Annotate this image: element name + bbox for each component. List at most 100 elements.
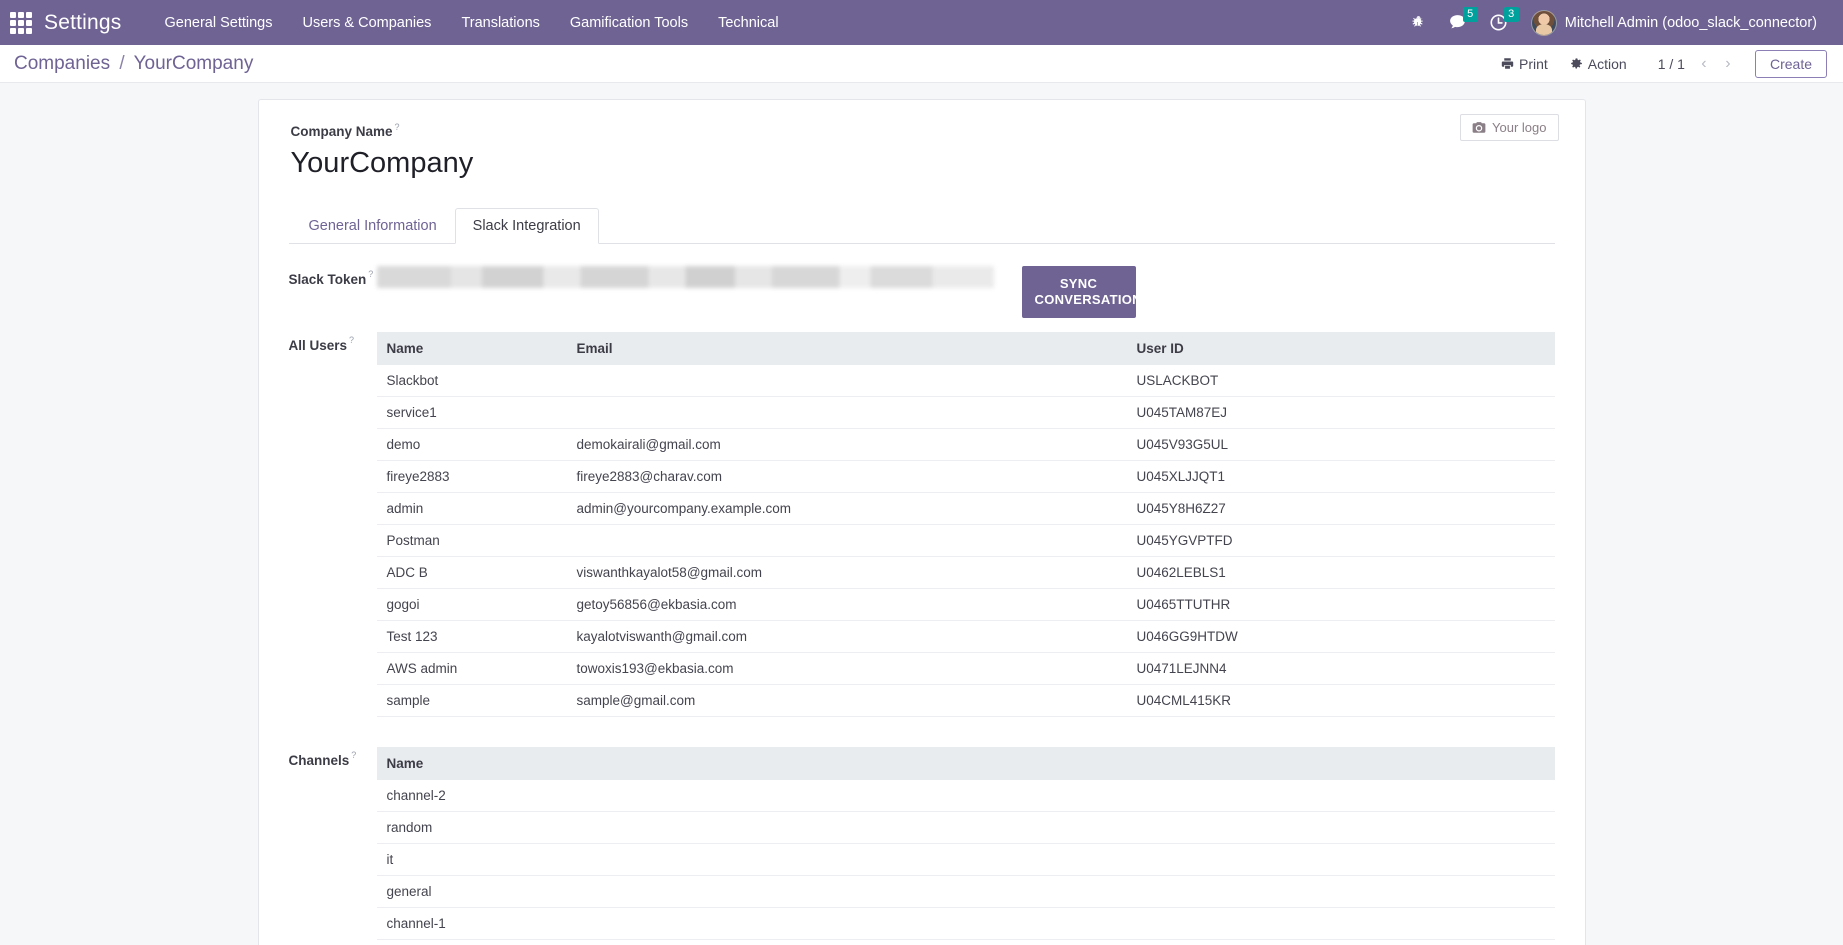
cell-name[interactable]: sample (376, 684, 567, 718)
channels-field-cell: Name channel-2randomitgeneralchannel-1ne… (376, 747, 1555, 945)
cell-name[interactable]: AWS admin (376, 652, 567, 686)
list-item[interactable]: channel-2 (376, 780, 1555, 813)
avatar (1530, 9, 1557, 36)
list-item[interactable]: it (376, 843, 1555, 877)
control-panel-actions: Print Action 1 / 1 ‹ › Create (1490, 49, 1827, 78)
company-logo-upload[interactable]: Your logo (1460, 114, 1559, 141)
table-row[interactable]: ADC Bviswanthkayalot58@gmail.com U0462LEB… (376, 556, 1555, 590)
menu-item-technical[interactable]: Technical (703, 0, 793, 45)
cell-name[interactable]: admin (376, 492, 567, 526)
breadcrumb-current-record: YourCompany (133, 52, 254, 74)
slack-token-line: SYNC CONVERSATIONS (376, 266, 1555, 319)
slack-token-help-icon[interactable]: ? (368, 269, 373, 279)
breadcrumb-companies[interactable]: Companies (14, 53, 110, 74)
all-users-table-head: Name Email User ID (376, 332, 1555, 366)
cell-user-id[interactable]: U0465TTUTHR (1126, 588, 1555, 622)
cell-name[interactable]: fireye2883 (376, 460, 567, 494)
channels-help-icon[interactable]: ? (351, 750, 356, 760)
table-row[interactable]: fireye2883 fireye2883@charav.com U045XLJJQ… (376, 460, 1555, 494)
list-item[interactable]: new-channel-4 (376, 939, 1555, 945)
tab-slack-integration[interactable]: Slack Integration (454, 208, 599, 245)
cell-name[interactable]: demo (376, 428, 567, 462)
column-header-name[interactable]: Name (376, 332, 567, 366)
cell-email[interactable]: getoy56856@ekbasia.com (566, 588, 1127, 622)
table-row[interactable]: Postman U045YGVPTFD (376, 524, 1555, 558)
cell-email[interactable]: sample@gmail.com (566, 684, 1127, 718)
all-users-header-row: Name Email User ID (376, 332, 1555, 366)
cell-email[interactable]: admin@yourcompany.example.com (566, 492, 1127, 526)
table-row[interactable]: service1 U045TAM87EJ (376, 396, 1555, 430)
cell-email[interactable]: viswanthkayalot58@gmail.com (566, 556, 1127, 590)
menu-item-translations[interactable]: Translations (446, 0, 554, 45)
table-row[interactable]: gogoi getoy56856@ekbasia.com U0465TTUTHR (376, 588, 1555, 622)
cell-name[interactable]: Postman (376, 524, 567, 558)
cell-user-id[interactable]: U045XLJJQT1 (1126, 460, 1555, 494)
cell-email[interactable] (566, 524, 1127, 558)
cell-channel-name[interactable]: channel-1 (376, 907, 1555, 941)
cell-email[interactable] (566, 396, 1127, 430)
tab-general-information[interactable]: General Information (291, 208, 455, 244)
cell-channel-name[interactable]: random (376, 811, 1555, 845)
list-item[interactable]: channel-1 (376, 907, 1555, 941)
cell-email[interactable]: towoxis193@ekbasia.com (566, 652, 1127, 686)
cell-name[interactable]: Slackbot (376, 365, 567, 398)
sync-conversations-button[interactable]: SYNC CONVERSATIONS (1021, 266, 1151, 319)
table-row[interactable]: sample sample@gmail.com U04CML415KR (376, 684, 1555, 718)
cell-name[interactable]: Test 123 (376, 620, 567, 654)
list-item[interactable]: general (376, 875, 1555, 909)
apps-grid-icon[interactable] (10, 11, 32, 34)
cell-name[interactable]: gogoi (376, 588, 567, 622)
column-header-channel-name[interactable]: Name (376, 747, 1555, 781)
cell-user-id[interactable]: USLACKBOT (1126, 365, 1555, 398)
user-menu[interactable]: Mitchell Admin (odoo_slack_connector) (1519, 0, 1827, 45)
cell-user-id[interactable]: U04CML415KR (1126, 684, 1555, 718)
channels-table-body: channel-2randomitgeneralchannel-1new-cha… (376, 780, 1555, 945)
menu-item-users-companies[interactable]: Users & Companies (288, 0, 447, 45)
cell-name[interactable]: service1 (376, 396, 567, 430)
messages-badge: 5 (1462, 7, 1478, 22)
messages-button[interactable]: 5 (1437, 0, 1478, 45)
table-row[interactable]: demo demokairali@gmail.com U045V93G5UL (376, 428, 1555, 462)
cell-email[interactable] (566, 365, 1127, 398)
cell-user-id[interactable]: U046GG9HTDW (1126, 620, 1555, 654)
cell-name[interactable]: ADC B (376, 556, 567, 590)
activities-button[interactable]: 3 (1478, 0, 1519, 45)
cell-user-id[interactable]: U045Y8H6Z27 (1126, 492, 1555, 526)
action-button[interactable]: Action (1559, 52, 1638, 76)
cell-user-id[interactable]: U045V93G5UL (1126, 428, 1555, 462)
cell-user-id[interactable]: U0471LEJNN4 (1126, 652, 1555, 686)
pager-previous-button[interactable]: ‹ (1693, 53, 1715, 75)
menu-item-general-settings[interactable]: General Settings (149, 0, 287, 45)
create-button[interactable]: Create (1754, 49, 1827, 78)
company-logo-label: Your logo (1492, 120, 1547, 135)
cell-channel-name[interactable]: channel-2 (376, 780, 1555, 813)
cell-email[interactable]: fireye2883@charav.com (566, 460, 1127, 494)
app-brand-settings[interactable]: Settings (44, 11, 121, 35)
cell-email[interactable]: demokairali@gmail.com (566, 428, 1127, 462)
company-name-help-icon[interactable]: ? (395, 122, 400, 132)
debug-menu-button[interactable] (1400, 0, 1437, 45)
column-header-email[interactable]: Email (566, 332, 1127, 366)
all-users-help-icon[interactable]: ? (349, 335, 354, 345)
form-background: Your logo Company Name? General Informat… (0, 83, 1843, 945)
table-row[interactable]: Slackbot USLACKBOT (376, 365, 1555, 398)
pager-next-button[interactable]: › (1717, 53, 1739, 75)
table-row[interactable]: admin admin@yourcompany.example.com U045Y8… (376, 492, 1555, 526)
table-row[interactable]: Test 123 kayalotviswanth@gmail.com U046GG9… (376, 620, 1555, 654)
cell-email[interactable]: kayalotviswanth@gmail.com (566, 620, 1127, 654)
cell-channel-name[interactable]: it (376, 843, 1555, 877)
column-header-user-id[interactable]: User ID (1126, 332, 1555, 366)
print-button[interactable]: Print (1490, 52, 1559, 76)
cell-user-id[interactable]: U045TAM87EJ (1126, 396, 1555, 430)
cell-channel-name[interactable]: general (376, 875, 1555, 909)
list-item[interactable]: random (376, 811, 1555, 845)
channels-table-head: Name (376, 747, 1555, 781)
slack-token-input[interactable] (376, 266, 994, 289)
table-row[interactable]: AWS admin towoxis193@ekbasia.com U0471LEJN… (376, 652, 1555, 686)
cell-user-id[interactable]: U0462LEBLS1 (1126, 556, 1555, 590)
cell-channel-name[interactable]: new-channel-4 (376, 939, 1555, 945)
company-name-input[interactable] (290, 143, 911, 183)
control-panel: Companies / YourCompany Print Action 1 /… (0, 45, 1843, 83)
cell-user-id[interactable]: U045YGVPTFD (1126, 524, 1555, 558)
menu-item-gamification-tools[interactable]: Gamification Tools (555, 0, 703, 45)
